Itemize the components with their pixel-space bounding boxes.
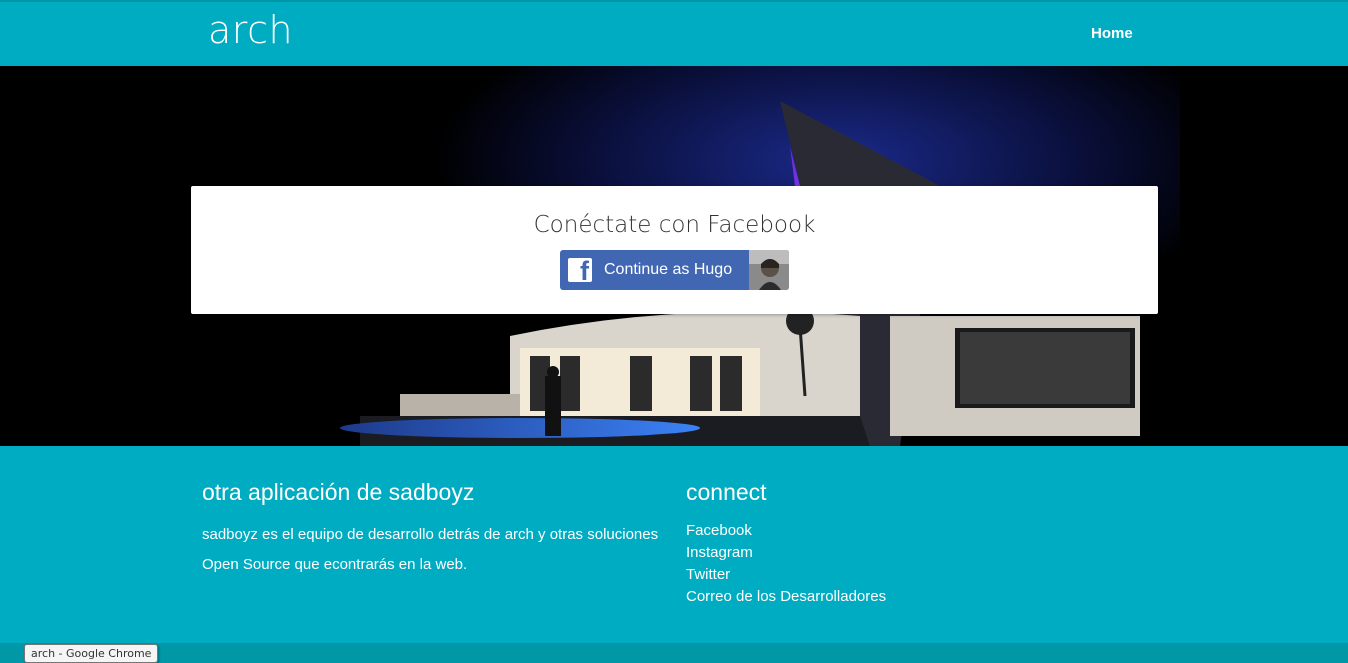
user-avatar <box>749 250 789 290</box>
app-logo[interactable]: arch <box>208 8 293 52</box>
footer: otra aplicación de sadboyz sadboyz es el… <box>0 446 1348 643</box>
nav-home-link[interactable]: Home <box>1091 25 1133 42</box>
footer-bottom-bar <box>0 643 1348 663</box>
footer-link-facebook[interactable]: Facebook <box>686 522 752 539</box>
facebook-f-icon: f <box>568 258 592 285</box>
footer-link-dev-email[interactable]: Correo de los Desarrolladores <box>686 588 886 605</box>
footer-link-twitter[interactable]: Twitter <box>686 566 730 583</box>
footer-about-line-2: Open Source que econtrarás en la web. <box>202 556 468 573</box>
facebook-button-label: Continue as Hugo <box>604 261 733 278</box>
facebook-continue-button[interactable]: f Continue as Hugo <box>560 250 789 290</box>
login-card-title: Conéctate con Facebook <box>533 212 816 238</box>
top-navbar: arch Home <box>0 0 1348 66</box>
footer-about-line-1: sadboyz es el equipo de desarrollo detrá… <box>202 526 659 543</box>
footer-about-heading: otra aplicación de sadboyz <box>202 479 475 505</box>
footer-link-instagram[interactable]: Instagram <box>686 544 753 561</box>
facebook-login-card: Conéctate con Facebook f Continue as Hug… <box>191 186 1158 314</box>
window-title-tooltip: arch - Google Chrome <box>24 644 159 663</box>
hero-banner-image: Conéctate con Facebook f Continue as Hug… <box>0 66 1348 446</box>
footer-connect-heading: connect <box>686 479 767 505</box>
